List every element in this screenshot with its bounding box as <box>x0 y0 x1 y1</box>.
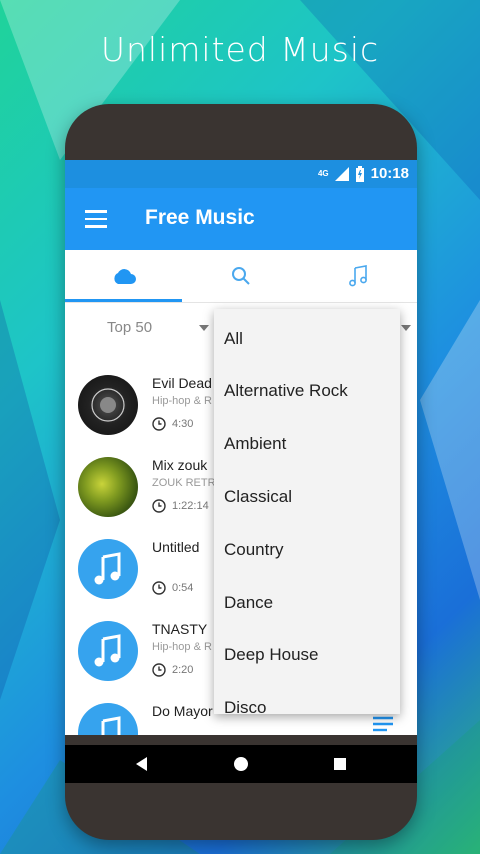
genre-option-country[interactable]: Country <box>224 540 284 560</box>
track-genre: Hip-hop & R <box>152 395 212 407</box>
back-icon[interactable] <box>133 755 151 773</box>
signal-icon <box>334 166 349 181</box>
track-duration: 4:30 <box>172 418 194 430</box>
genre-option-disco[interactable]: Disco <box>224 698 267 714</box>
cloud-icon <box>113 269 136 284</box>
genre-option-alternative-rock[interactable]: Alternative Rock <box>224 381 348 401</box>
chart-filter-caret-icon[interactable] <box>199 325 209 331</box>
battery-icon <box>355 165 364 182</box>
track-duration: 0:54 <box>172 582 194 594</box>
genre-option-deep-house[interactable]: Deep House <box>224 645 319 665</box>
tab-library[interactable] <box>299 250 416 302</box>
system-nav-bar <box>65 745 417 783</box>
track-title: TNASTY <box>152 621 208 637</box>
track-title: Evil Dead <box>152 375 212 391</box>
track-title: Do Mayor <box>152 703 213 719</box>
genre-option-dance[interactable]: Dance <box>224 593 273 613</box>
music-library-icon <box>348 265 367 287</box>
music-note-icon <box>94 634 121 667</box>
track-title: Mix zouk <box>152 457 208 473</box>
track-duration-row: 4:30 <box>152 417 193 431</box>
tab-cloud[interactable] <box>65 250 182 302</box>
tab-bar <box>65 250 417 303</box>
genre-filter-caret-icon[interactable] <box>401 325 411 331</box>
clock-icon <box>152 417 166 431</box>
playlist-icon[interactable] <box>373 715 399 733</box>
clock-icon <box>152 581 166 595</box>
menu-icon[interactable] <box>85 210 107 228</box>
track-title: Untitled <box>152 539 200 555</box>
promo-headline: Unlimited Music <box>100 30 380 69</box>
track-artwork <box>78 457 138 517</box>
genre-dropdown-menu: All Alternative Rock Ambient Classical C… <box>214 309 400 714</box>
track-artwork <box>78 539 138 599</box>
track-duration: 1:22:14 <box>172 500 209 512</box>
status-bar: 4G 10:18 <box>65 160 417 188</box>
search-icon <box>231 267 250 285</box>
track-duration-row: 1:22:14 <box>152 499 209 513</box>
tab-search[interactable] <box>182 250 299 302</box>
clock-time: 10:18 <box>370 165 409 182</box>
track-artwork <box>78 703 138 735</box>
track-artwork <box>78 375 138 435</box>
app-bar: Free Music <box>65 188 417 250</box>
track-duration: 2:20 <box>172 664 194 676</box>
track-artwork <box>78 621 138 681</box>
chart-filter-select[interactable]: Top 50 <box>107 319 152 336</box>
app-title: Free Music <box>145 206 255 229</box>
track-genre: ZOUK RETR <box>152 477 216 489</box>
active-tab-indicator <box>65 299 182 302</box>
genre-option-ambient[interactable]: Ambient <box>224 434 286 454</box>
genre-option-classical[interactable]: Classical <box>224 487 292 507</box>
home-icon[interactable] <box>232 755 250 773</box>
music-note-icon <box>94 552 121 585</box>
track-duration-row: 2:20 <box>152 663 193 677</box>
genre-option-all[interactable]: All <box>224 329 243 349</box>
track-genre: Hip-hop & R <box>152 641 212 653</box>
clock-icon <box>152 663 166 677</box>
music-note-icon <box>101 716 121 735</box>
track-duration-row: 0:54 <box>152 581 193 595</box>
recents-icon[interactable] <box>331 755 349 773</box>
clock-icon <box>152 499 166 513</box>
network-type: 4G <box>317 169 329 178</box>
